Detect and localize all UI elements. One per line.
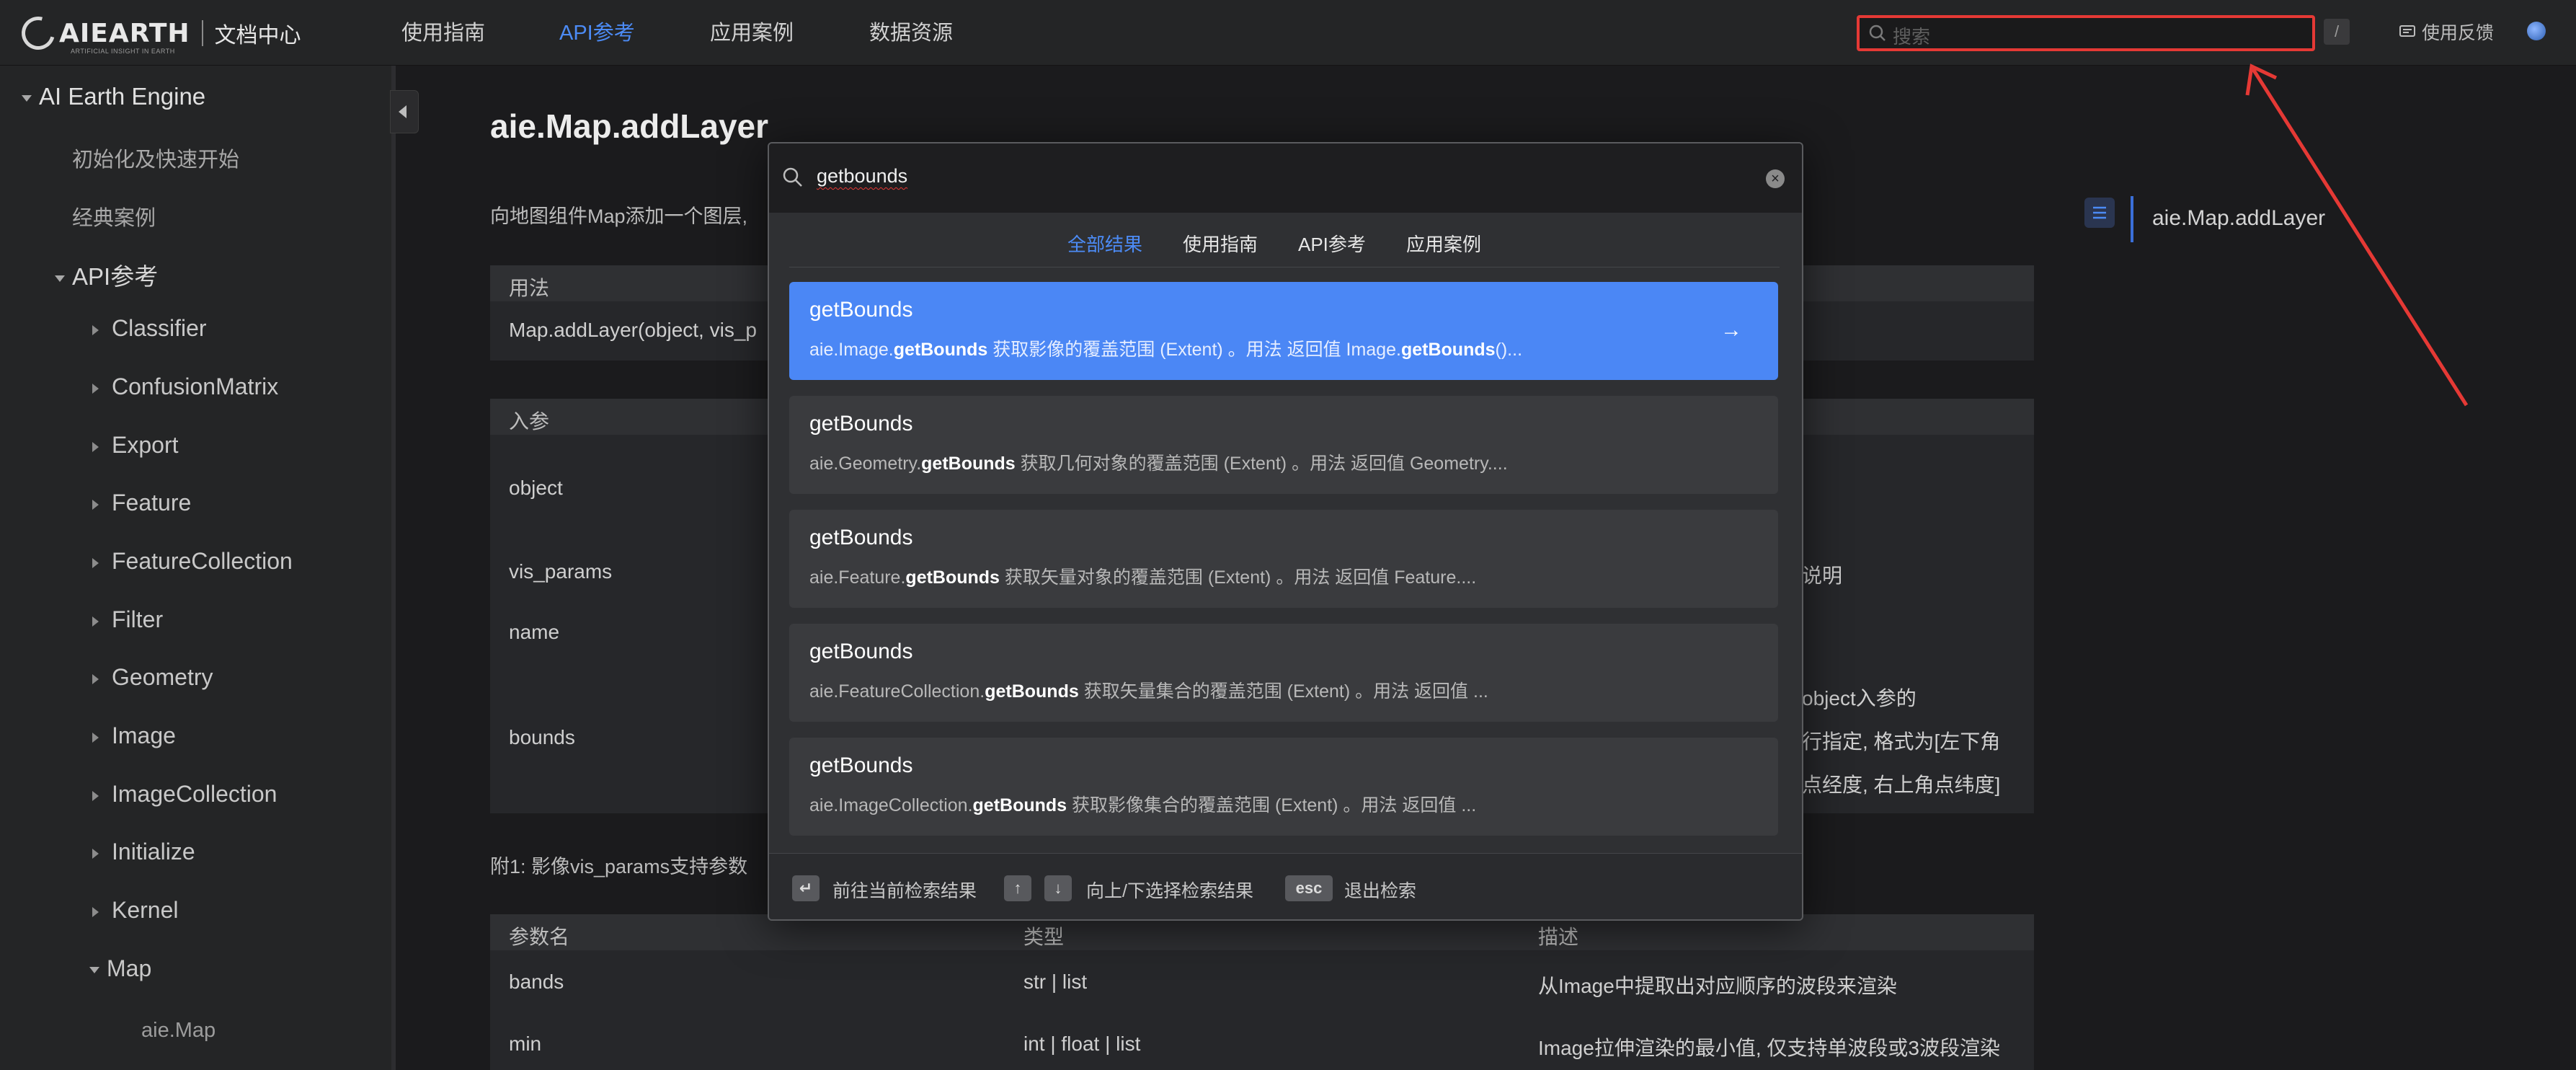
result-snippet: aie.Image.getBounds 获取影像的覆盖范围 (Extent) 。…	[809, 340, 1523, 360]
clear-search-button[interactable]: ×	[1766, 169, 1785, 188]
arrow-right-icon: →	[1720, 318, 1742, 342]
tab-app-cases[interactable]: 应用案例	[1406, 230, 1481, 257]
tab-api-reference[interactable]: API参考	[1298, 230, 1366, 257]
result-snippet: aie.Feature.getBounds 获取矢量对象的覆盖范围 (Exten…	[809, 567, 1477, 588]
search-query-text: getbounds	[817, 165, 908, 187]
result-title: getBounds	[809, 753, 913, 777]
result-title: getBounds	[809, 640, 913, 663]
result-title: getBounds	[809, 526, 913, 549]
search-result-item[interactable]: getBounds aie.ImageCollection.getBounds …	[789, 738, 1778, 836]
result-snippet: aie.FeatureCollection.getBounds 获取矢量集合的覆…	[809, 681, 1488, 702]
result-snippet: aie.Geometry.getBounds 获取几何对象的覆盖范围 (Exte…	[809, 454, 1508, 474]
esc-hint: 退出检索	[1344, 881, 1417, 901]
tab-usage-guide[interactable]: 使用指南	[1183, 230, 1258, 257]
search-result-item[interactable]: getBounds aie.Image.getBounds 获取影像的覆盖范围 …	[789, 282, 1778, 380]
result-title: getBounds	[809, 412, 913, 435]
tab-all-results[interactable]: 全部结果	[1067, 230, 1142, 257]
search-result-item[interactable]: getBounds aie.FeatureCollection.getBound…	[789, 624, 1778, 722]
search-result-item[interactable]: getBounds aie.Feature.getBounds 获取矢量对象的覆…	[789, 510, 1778, 608]
search-modal-footer: ↵ 前往当前检索结果 ↑ ↓ 向上/下选择检索结果 esc 退出检索	[769, 853, 1802, 919]
search-result-tabs: 全部结果 使用指南 API参考 应用案例	[789, 220, 1780, 268]
arrow-up-key-icon: ↑	[1004, 875, 1031, 901]
esc-key-icon: esc	[1285, 875, 1333, 901]
enter-hint: 前往当前检索结果	[832, 881, 977, 901]
enter-key-icon: ↵	[792, 875, 820, 901]
search-icon	[783, 167, 802, 187]
result-snippet: aie.ImageCollection.getBounds 获取影像集合的覆盖范…	[809, 795, 1477, 815]
result-title: getBounds	[809, 298, 913, 322]
navigate-hint: 向上/下选择检索结果	[1086, 881, 1253, 901]
arrow-down-key-icon: ↓	[1044, 875, 1072, 901]
search-result-item[interactable]: getBounds aie.Geometry.getBounds 获取几何对象的…	[789, 396, 1778, 494]
search-modal: getbounds × 全部结果 使用指南 API参考 应用案例 getBoun…	[768, 142, 1803, 921]
modal-search-input[interactable]: getbounds ×	[769, 143, 1802, 213]
